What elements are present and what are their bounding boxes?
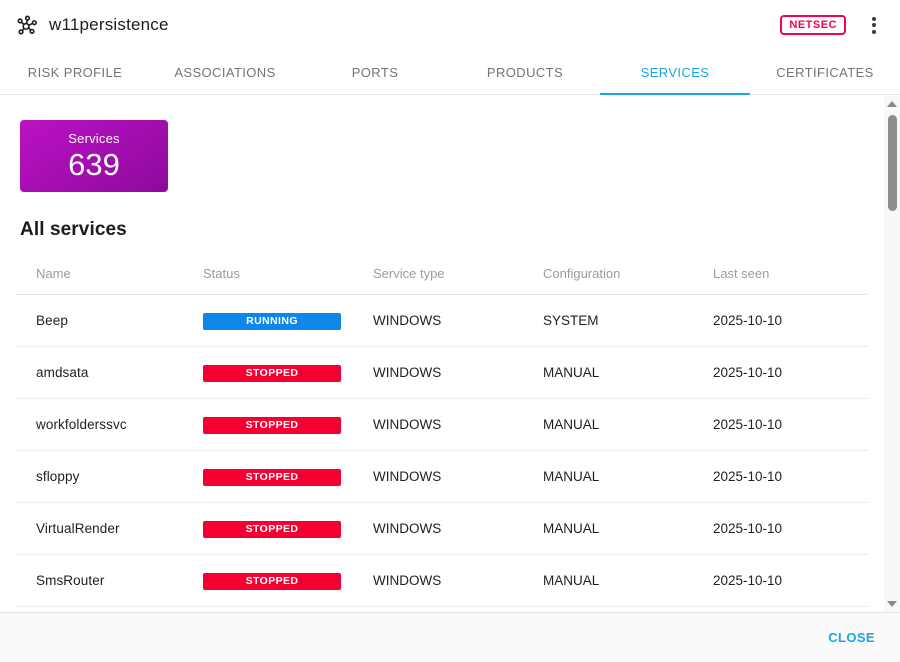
close-button[interactable]: CLOSE bbox=[828, 630, 875, 645]
cell-service-name: amdsata bbox=[36, 365, 203, 380]
column-header-service-type: Service type bbox=[373, 266, 543, 281]
cell-status: STOPPED bbox=[203, 520, 373, 538]
tab-label: RISK PROFILE bbox=[28, 65, 122, 80]
column-header-status: Status bbox=[203, 266, 373, 281]
tab-label: SERVICES bbox=[641, 65, 710, 80]
tab-products[interactable]: PRODUCTS bbox=[450, 50, 600, 94]
network-graph-icon bbox=[16, 14, 38, 36]
column-header-last-seen: Last seen bbox=[713, 266, 868, 281]
section-title: All services bbox=[20, 219, 884, 241]
column-header-configuration: Configuration bbox=[543, 266, 713, 281]
tab-associations[interactable]: ASSOCIATIONS bbox=[150, 50, 300, 94]
table-row: Beep RUNNING WINDOWS SYSTEM 2025-10-10 bbox=[16, 295, 868, 347]
table-row: workfolderssvc STOPPED WINDOWS MANUAL 20… bbox=[16, 399, 868, 451]
cell-service-name: SmsRouter bbox=[36, 573, 203, 588]
cell-service-type: WINDOWS bbox=[373, 365, 543, 380]
services-table: NameStatusService typeConfigurationLast … bbox=[16, 253, 868, 607]
cell-last-seen: 2025-10-10 bbox=[713, 469, 868, 484]
status-badge: STOPPED bbox=[203, 521, 341, 538]
cell-service-name: sfloppy bbox=[36, 469, 203, 484]
tab-label: ASSOCIATIONS bbox=[174, 65, 275, 80]
cell-last-seen: 2025-10-10 bbox=[713, 417, 868, 432]
cell-configuration: MANUAL bbox=[543, 469, 713, 484]
services-summary-card: Services 639 bbox=[20, 120, 168, 192]
table-header-row: NameStatusService typeConfigurationLast … bbox=[16, 253, 868, 295]
cell-configuration: SYSTEM bbox=[543, 313, 713, 328]
cell-service-name: workfolderssvc bbox=[36, 417, 203, 432]
page-title: w11persistence bbox=[49, 15, 169, 35]
status-badge: STOPPED bbox=[203, 573, 341, 590]
cell-service-type: WINDOWS bbox=[373, 521, 543, 536]
tab-label: PORTS bbox=[352, 65, 399, 80]
cell-status: STOPPED bbox=[203, 416, 373, 434]
cell-service-name: VirtualRender bbox=[36, 521, 203, 536]
table-body: Beep RUNNING WINDOWS SYSTEM 2025-10-10 a… bbox=[16, 295, 868, 607]
scroll-content: Services 639 All services NameStatusServ… bbox=[0, 96, 884, 612]
column-header-name: Name bbox=[36, 266, 203, 281]
cell-status: STOPPED bbox=[203, 364, 373, 382]
cell-configuration: MANUAL bbox=[543, 573, 713, 588]
cell-last-seen: 2025-10-10 bbox=[713, 313, 868, 328]
scroll-down-arrow-icon[interactable] bbox=[884, 596, 900, 612]
status-badge: STOPPED bbox=[203, 417, 341, 434]
status-badge: STOPPED bbox=[203, 365, 341, 382]
status-badge: RUNNING bbox=[203, 313, 341, 330]
cell-last-seen: 2025-10-10 bbox=[713, 521, 868, 536]
tab-label: CERTIFICATES bbox=[776, 65, 874, 80]
card-count: 639 bbox=[68, 148, 120, 182]
cell-configuration: MANUAL bbox=[543, 365, 713, 380]
cell-service-name: Beep bbox=[36, 313, 203, 328]
dialog-header: w11persistence NETSEC bbox=[0, 0, 900, 50]
scrollbar-thumb[interactable] bbox=[888, 115, 897, 211]
tab-risk-profile[interactable]: RISK PROFILE bbox=[0, 50, 150, 94]
table-row: sfloppy STOPPED WINDOWS MANUAL 2025-10-1… bbox=[16, 451, 868, 503]
cell-service-type: WINDOWS bbox=[373, 417, 543, 432]
card-label: Services bbox=[68, 131, 119, 146]
vertical-scrollbar[interactable] bbox=[884, 96, 900, 612]
scroll-up-arrow-icon[interactable] bbox=[884, 96, 900, 112]
tab-label: PRODUCTS bbox=[487, 65, 563, 80]
tab-services[interactable]: SERVICES bbox=[600, 50, 750, 94]
cell-service-type: WINDOWS bbox=[373, 469, 543, 484]
tab-certificates[interactable]: CERTIFICATES bbox=[750, 50, 900, 94]
header-actions: NETSEC bbox=[780, 13, 882, 38]
cell-service-type: WINDOWS bbox=[373, 313, 543, 328]
cell-service-type: WINDOWS bbox=[373, 573, 543, 588]
table-row: VirtualRender STOPPED WINDOWS MANUAL 202… bbox=[16, 503, 868, 555]
cell-configuration: MANUAL bbox=[543, 521, 713, 536]
host-details-dialog: w11persistence NETSEC RISK PROFILE ASSOC… bbox=[0, 0, 900, 662]
netsec-badge: NETSEC bbox=[780, 15, 846, 35]
kebab-menu-icon[interactable] bbox=[866, 13, 882, 38]
content-area: Services 639 All services NameStatusServ… bbox=[0, 96, 900, 612]
cell-last-seen: 2025-10-10 bbox=[713, 573, 868, 588]
cell-last-seen: 2025-10-10 bbox=[713, 365, 868, 380]
cell-status: STOPPED bbox=[203, 468, 373, 486]
cell-status: RUNNING bbox=[203, 312, 373, 330]
table-row: SmsRouter STOPPED WINDOWS MANUAL 2025-10… bbox=[16, 555, 868, 607]
tab-bar: RISK PROFILE ASSOCIATIONS PORTS PRODUCTS… bbox=[0, 50, 900, 95]
status-badge: STOPPED bbox=[203, 469, 341, 486]
cell-configuration: MANUAL bbox=[543, 417, 713, 432]
cell-status: STOPPED bbox=[203, 572, 373, 590]
dialog-footer: CLOSE bbox=[0, 612, 900, 662]
tab-ports[interactable]: PORTS bbox=[300, 50, 450, 94]
table-row: amdsata STOPPED WINDOWS MANUAL 2025-10-1… bbox=[16, 347, 868, 399]
